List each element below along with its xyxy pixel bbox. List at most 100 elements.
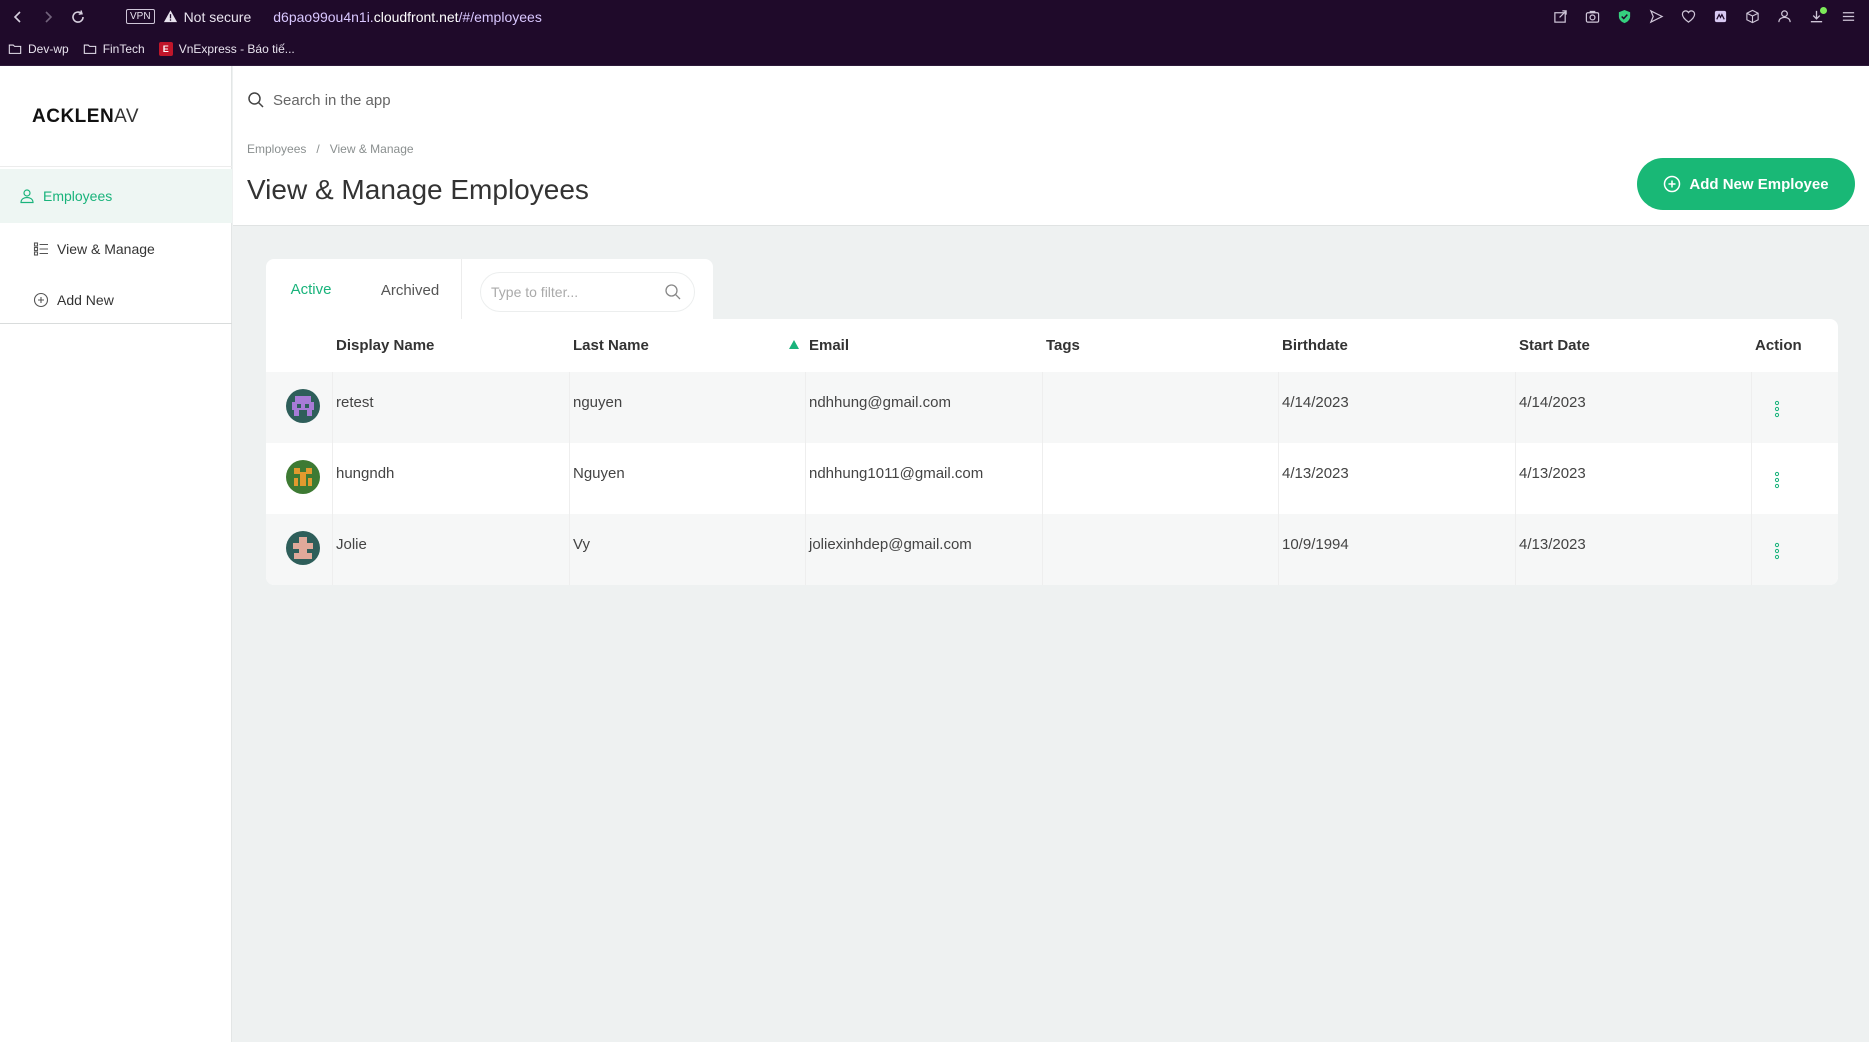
cell-display-name: Jolie [336,536,367,553]
cube-button[interactable] [1741,6,1763,28]
divider [805,514,806,585]
divider [1042,514,1043,585]
chevron-left-icon [13,10,21,23]
sidebar-item-label: Employees [43,188,113,204]
app-logo[interactable]: ACKLENAV [32,106,139,128]
sidebar-item-label: Add New [57,292,114,308]
downloads-button[interactable] [1805,6,1827,28]
send-button[interactable] [1645,6,1667,28]
divider [332,372,333,443]
breadcrumb: Employees / View & Manage [247,142,414,156]
identicon-icon [286,531,320,565]
add-button-label: Add New Employee [1689,175,1829,193]
profile-button[interactable] [1773,6,1795,28]
url-host: cloudfront.net [373,8,459,25]
divider [805,443,806,514]
cube-icon [1745,9,1759,24]
back-button[interactable] [6,5,30,29]
list-icon [33,242,48,256]
sidebar-item-add-new[interactable]: Add New [0,279,232,321]
filter-box [480,272,695,312]
chevron-right-icon [45,10,53,23]
cell-last-name: Nguyen [573,465,625,482]
identicon-icon [286,389,320,423]
divider [0,166,232,167]
tab-active[interactable]: Active [266,259,356,321]
sidebar: ACKLENAV Employees View & Manage Add New [0,66,232,1042]
menu-button[interactable] [1837,6,1859,28]
notification-dot-icon [1820,6,1827,14]
share-button[interactable] [1549,6,1571,28]
divider [1278,443,1279,514]
divider [805,372,806,443]
column-header-birthdate[interactable]: Birthdate [1282,319,1348,372]
search-input[interactable] [273,91,1573,109]
breadcrumb-separator: / [316,142,320,156]
add-new-employee-button[interactable]: Add New Employee [1637,158,1855,210]
divider [1278,372,1279,443]
column-header-start-date[interactable]: Start Date [1519,319,1590,372]
vnexpress-favicon-icon: E [158,42,173,56]
cell-start-date: 4/14/2023 [1519,394,1586,411]
cell-start-date: 4/13/2023 [1519,465,1586,482]
cell-birthdate: 4/13/2023 [1282,465,1349,482]
divider [1042,372,1043,443]
search-icon[interactable] [664,283,682,301]
user-icon [1777,10,1791,23]
security-status[interactable]: Not secure [184,9,252,25]
divider [332,443,333,514]
bookmark-folder-fintech[interactable]: FinTech [83,42,145,56]
column-header-tags[interactable]: Tags [1046,319,1080,372]
table-row[interactable]: Jolie Vy joliexinhdep@gmail.com 10/9/199… [266,514,1838,585]
share-icon [1553,10,1567,23]
tab-archived[interactable]: Archived [356,259,464,321]
bookmark-vnexpress[interactable]: E VnExpress - Báo tiế... [158,42,295,56]
divider [1515,372,1516,443]
plus-circle-icon [33,292,49,308]
column-header-action: Action [1755,337,1802,354]
breadcrumb-item-employees[interactable]: Employees [247,142,306,156]
logo-text: ACKLEN [32,106,115,127]
sort-ascending-icon[interactable] [789,340,799,349]
identicon-icon [286,460,320,494]
cell-email: ndhhung@gmail.com [809,394,951,411]
page-title: View & Manage Employees [247,174,589,205]
extension-button[interactable] [1709,6,1731,28]
sidebar-item-view-manage[interactable]: View & Manage [0,228,232,270]
divider [1515,514,1516,585]
url-prefix: d6pao99ou4n1i. [273,8,374,25]
divider [1751,443,1752,514]
shield-extension[interactable] [1613,6,1635,28]
divider [1751,372,1752,443]
sidebar-item-employees[interactable]: Employees [0,169,232,223]
divider [1751,514,1752,585]
column-header-email[interactable]: Email [809,319,849,372]
bookmark-folder-dev-wp[interactable]: Dev-wp [8,42,69,56]
column-header-display-name[interactable]: Display Name [336,319,434,372]
vpn-badge[interactable]: VPN [126,9,155,24]
forward-button[interactable] [36,5,60,29]
address-bar[interactable]: d6pao99ou4n1i.cloudfront.net/#/employees [273,9,542,25]
cell-birthdate: 4/14/2023 [1282,394,1349,411]
logo-text-thin: AV [114,106,140,127]
employees-table: Display Name Last Name Email Tags Birthd… [266,319,1838,585]
warning-icon[interactable] [163,9,178,24]
cell-last-name: Vy [573,536,590,553]
more-actions-icon[interactable] [1774,471,1780,489]
table-row[interactable]: hungndh Nguyen ndhhung1011@gmail.com 4/1… [266,443,1838,514]
reload-button[interactable] [66,5,90,29]
filter-input[interactable] [491,284,651,300]
table-row[interactable]: retest nguyen ndhhung@gmail.com 4/14/202… [266,372,1838,443]
table-header: Display Name Last Name Email Tags Birthd… [266,319,1838,372]
user-icon [20,189,34,204]
snapshot-button[interactable] [1581,6,1603,28]
browser-extensions [1549,0,1859,33]
divider [569,443,570,514]
column-header-last-name[interactable]: Last Name [573,319,649,372]
more-actions-icon[interactable] [1774,542,1780,560]
cell-start-date: 4/13/2023 [1519,536,1586,553]
more-actions-icon[interactable] [1774,400,1780,418]
bookmark-label: FinTech [102,42,145,56]
favorites-button[interactable] [1677,6,1699,28]
divider [332,514,333,585]
